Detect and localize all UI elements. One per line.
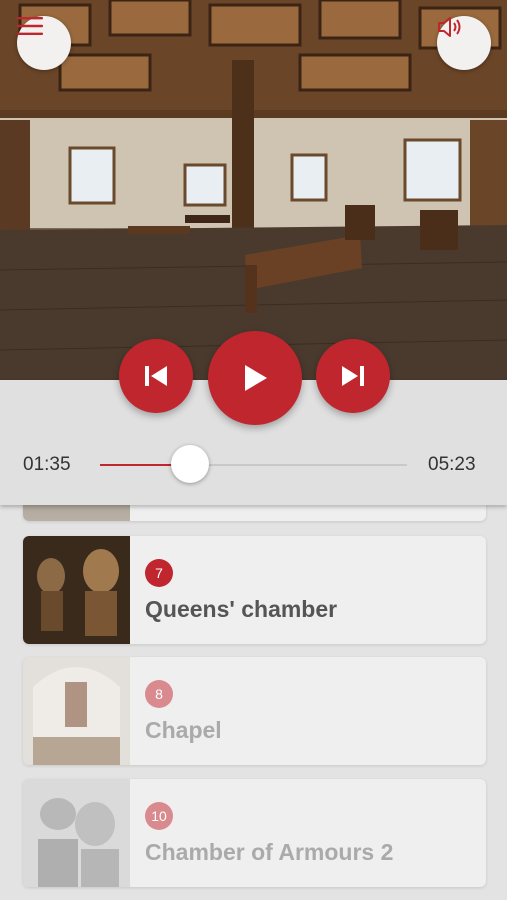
list-item[interactable]: 8 Chapel xyxy=(23,657,486,765)
list-item[interactable]: 10 Chamber of Armours 2 xyxy=(23,779,486,887)
stop-title: Queens' chamber xyxy=(145,596,338,622)
speaker-icon xyxy=(438,17,461,37)
progress-track[interactable] xyxy=(100,464,407,466)
stop-number-badge: 7 xyxy=(145,559,173,587)
list-item-thumbnail xyxy=(23,657,130,765)
list-item-thumbnail xyxy=(23,779,130,887)
skip-next-icon xyxy=(342,366,364,386)
total-time: 05:23 xyxy=(428,454,476,475)
list-item-thumbnail xyxy=(23,536,130,644)
play-button[interactable] xyxy=(208,331,302,425)
next-button[interactable] xyxy=(316,339,390,413)
list-item[interactable] xyxy=(23,505,486,521)
list-item-thumbnail xyxy=(23,505,130,521)
list-item[interactable]: 7 Queens' chamber xyxy=(23,536,486,644)
stop-number-badge: 10 xyxy=(145,802,173,830)
hamburger-menu-icon xyxy=(17,17,43,35)
skip-previous-icon xyxy=(145,366,167,386)
play-icon xyxy=(245,365,267,391)
sound-button[interactable] xyxy=(437,16,491,70)
current-time: 01:35 xyxy=(23,454,71,475)
progress-thumb[interactable] xyxy=(171,445,210,483)
previous-button[interactable] xyxy=(119,339,193,413)
stop-list: 7 Queens' chamber 8 Chapel 10 Chamber of… xyxy=(0,505,507,900)
room-illustration xyxy=(0,0,507,380)
stop-number-badge: 8 xyxy=(145,680,173,708)
stop-title: Chamber of Armours 2 xyxy=(145,839,394,865)
menu-button[interactable] xyxy=(17,16,71,70)
hero-image xyxy=(0,0,507,380)
stop-title: Chapel xyxy=(145,717,222,743)
